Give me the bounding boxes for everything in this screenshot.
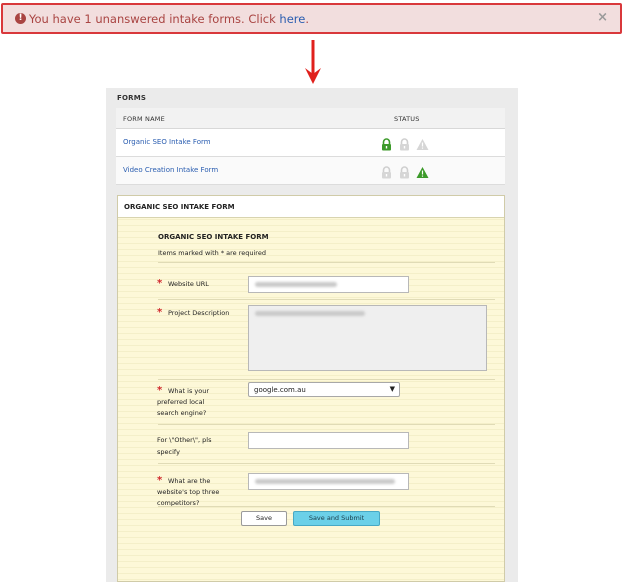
required-note: Items marked with * are required: [158, 249, 266, 257]
redacted-value: [255, 479, 395, 484]
redacted-value: [255, 282, 337, 287]
search-engine-selected-value: google.com.au: [254, 386, 306, 394]
form-title: ORGANIC SEO INTAKE FORM: [158, 233, 269, 241]
caret-down-icon: ▼: [389, 385, 395, 393]
divider: [158, 424, 495, 425]
forms-heading: FORMS: [117, 94, 147, 102]
alert-suffix: .: [305, 12, 309, 26]
search-engine-select[interactable]: google.com.au ▼: [248, 382, 400, 397]
lock-open-icon[interactable]: [380, 136, 393, 151]
alert-banner: ! You have 1 unanswered intake forms. Cl…: [1, 3, 622, 34]
search-engine-label-line1: What is your: [168, 387, 210, 395]
divider: [158, 463, 495, 464]
required-asterisk: *: [157, 307, 163, 318]
competitors-label-line2: website's top three: [157, 488, 220, 496]
redacted-value: [255, 311, 365, 316]
required-asterisk: *: [157, 278, 163, 289]
required-asterisk: *: [157, 475, 163, 486]
divider: [158, 299, 495, 300]
warning-icon: [416, 136, 429, 150]
exclamation-circle-icon: !: [15, 13, 26, 24]
competitors-input[interactable]: [248, 473, 409, 490]
intake-form-box: ORGANIC SEO INTAKE FORM ORGANIC SEO INTA…: [117, 195, 505, 582]
alert-here-link[interactable]: here: [279, 12, 305, 26]
table-row: Organic SEO Intake Form: [116, 129, 505, 157]
arrow-down-icon: [305, 40, 321, 84]
column-header-status: STATUS: [394, 115, 420, 123]
forms-table: FORM NAME STATUS Organic SEO Intake Form…: [116, 108, 505, 185]
required-asterisk: *: [157, 385, 163, 396]
alert-message: You have 1 unanswered intake forms. Clic…: [29, 12, 309, 26]
lock-icon: [380, 164, 393, 179]
alert-text: You have 1 unanswered intake forms. Clic…: [29, 12, 280, 26]
other-label-line2: specify: [157, 448, 180, 456]
warning-icon[interactable]: [416, 164, 429, 178]
column-header-form-name: FORM NAME: [123, 115, 165, 123]
table-row: Video Creation Intake Form: [116, 157, 505, 185]
divider: [158, 506, 495, 507]
save-button[interactable]: Save: [241, 511, 287, 526]
form-link-organic-seo[interactable]: Organic SEO Intake Form: [123, 138, 211, 146]
project-description-label: Project Description: [168, 309, 230, 317]
divider: [158, 262, 495, 263]
lock-icon: [398, 164, 411, 179]
forms-panel: FORMS FORM NAME STATUS Organic SEO Intak…: [106, 88, 518, 582]
other-specify-input[interactable]: [248, 432, 409, 449]
search-engine-label-line2: preferred local: [157, 398, 205, 406]
intake-form-header: ORGANIC SEO INTAKE FORM: [118, 196, 504, 218]
website-url-input[interactable]: [248, 276, 409, 293]
website-url-label: Website URL: [168, 280, 209, 288]
lock-icon: [398, 136, 411, 151]
form-link-video-creation[interactable]: Video Creation Intake Form: [123, 166, 218, 174]
competitors-label-line1: What are the: [168, 477, 211, 485]
search-engine-label-line3: search engine?: [157, 409, 207, 417]
other-label-line1: For \"Other\", pls: [157, 436, 212, 444]
status-icons: [380, 164, 429, 179]
divider: [158, 379, 495, 380]
table-header-row: FORM NAME STATUS: [116, 108, 505, 129]
status-icons: [380, 136, 429, 151]
close-icon[interactable]: ×: [597, 11, 608, 25]
save-and-submit-button[interactable]: Save and Submit: [293, 511, 380, 526]
intake-form-header-title: ORGANIC SEO INTAKE FORM: [124, 203, 235, 211]
project-description-textarea[interactable]: [248, 305, 487, 371]
